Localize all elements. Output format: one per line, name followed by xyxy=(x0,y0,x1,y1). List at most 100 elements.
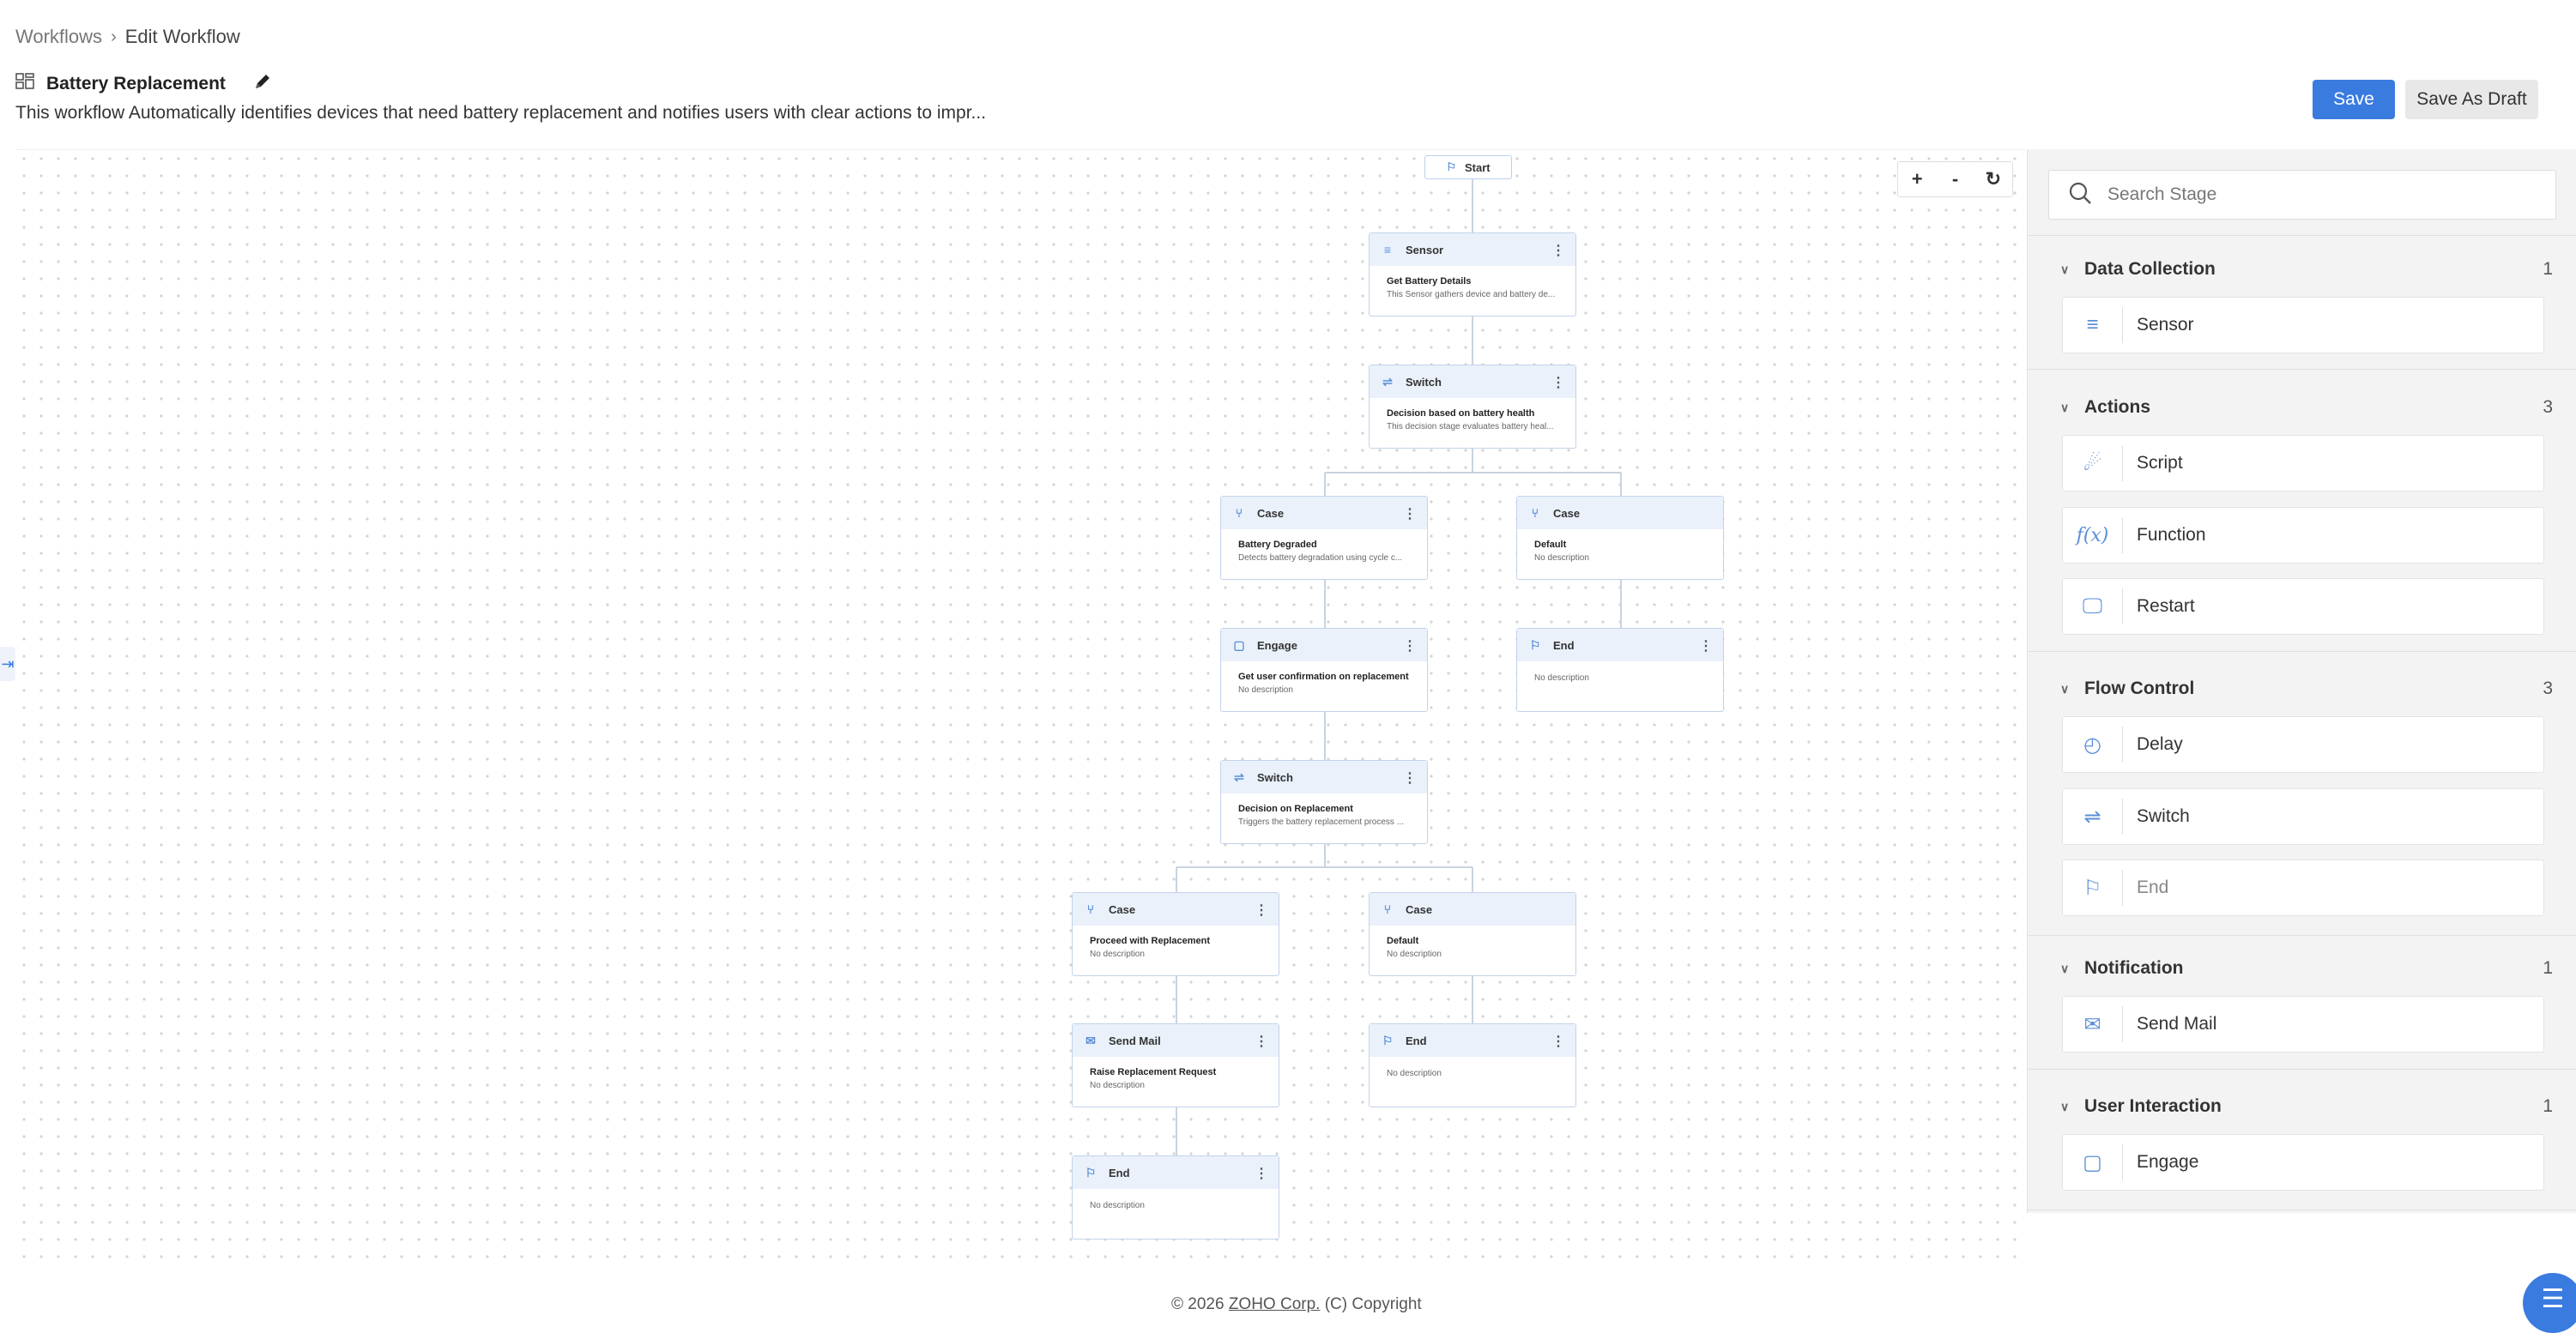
node-title: Proceed with Replacement xyxy=(1090,936,1210,946)
workflow-node-switch[interactable]: ⇌ Switch ⋮ Decision based on battery healt… xyxy=(1369,365,1576,449)
stage-label: Send Mail xyxy=(2137,1014,2217,1034)
stage-item-send-mail[interactable]: ✉ Send Mail xyxy=(2062,996,2544,1053)
kebab-menu-icon[interactable]: ⋮ xyxy=(1551,374,1565,391)
section-flow-control[interactable]: ∨ Flow Control 3 xyxy=(2028,664,2576,714)
section-notification[interactable]: ∨ Notification 1 xyxy=(2028,944,2576,993)
menu-fab-button[interactable]: ☰ xyxy=(2523,1273,2576,1333)
node-title: Default xyxy=(1387,936,1419,946)
node-title: Decision based on battery health xyxy=(1387,408,1535,419)
workflow-node-switch[interactable]: ⇌ Switch ⋮ Decision on Replacement Trigger… xyxy=(1220,760,1428,844)
chevron-down-icon: ∨ xyxy=(2060,961,2070,975)
flag-icon: ⚐ xyxy=(2063,870,2123,906)
function-icon: f(x) xyxy=(2063,517,2123,553)
stage-label: Engage xyxy=(2137,1152,2199,1172)
flag-icon: ⚐ xyxy=(1446,160,1457,173)
workflow-node-end[interactable]: ⚐ End ⋮ No description xyxy=(1516,628,1724,712)
footer-company-link[interactable]: ZOHO Corp. xyxy=(1229,1295,1321,1313)
workflow-node-engage[interactable]: ▢ Engage ⋮ Get user confirmation on replac… xyxy=(1220,628,1428,712)
case-icon: ⑂ xyxy=(1531,506,1539,520)
refresh-icon[interactable]: ↻ xyxy=(1976,168,2011,190)
case-icon: ⑂ xyxy=(1235,506,1243,520)
zoom-out-button[interactable]: - xyxy=(1938,168,1972,190)
search-icon xyxy=(2068,181,2092,209)
kebab-menu-icon[interactable]: ⋮ xyxy=(1403,637,1417,654)
divider xyxy=(2028,369,2576,370)
zoom-in-button[interactable]: + xyxy=(1900,168,1934,190)
kebab-menu-icon[interactable]: ⋮ xyxy=(1255,1033,1268,1050)
workflow-node-sensor[interactable]: ≡ Sensor ⋮ Get Battery Details This Sensor… xyxy=(1369,232,1576,317)
node-description: Detects battery degradation using cycle … xyxy=(1238,553,1403,563)
node-title: Get user confirmation on replacement xyxy=(1238,672,1409,682)
mail-icon: ✉ xyxy=(2063,1006,2123,1042)
chat-icon: ▢ xyxy=(2063,1144,2123,1180)
stage-item-script[interactable]: ☄ Script xyxy=(2062,435,2544,492)
section-count: 1 xyxy=(2543,1096,2553,1116)
node-type: Case xyxy=(1257,506,1285,520)
chevron-right-icon: › xyxy=(111,27,117,46)
workflow-node-case[interactable]: ⑂ Case ⋮ Battery Degraded Detects battery … xyxy=(1220,496,1428,580)
kebab-menu-icon[interactable]: ⋮ xyxy=(1255,902,1268,919)
breadcrumb-current: Edit Workflow xyxy=(124,26,240,47)
workflow-node-end[interactable]: ⚐ End ⋮ No description xyxy=(1072,1155,1279,1240)
stage-item-switch[interactable]: ⇌ Switch xyxy=(2062,788,2544,845)
stage-item-delay[interactable]: ◴ Delay xyxy=(2062,716,2544,773)
node-type: Sensor xyxy=(1406,243,1444,256)
kebab-menu-icon[interactable]: ⋮ xyxy=(1699,637,1713,654)
workflow-node-end[interactable]: ⚐ End ⋮ No description xyxy=(1369,1023,1576,1107)
flag-icon: ⚐ xyxy=(1529,637,1541,652)
stage-label: Switch xyxy=(2137,806,2190,826)
stage-label: Delay xyxy=(2137,734,2183,754)
stage-label: Function xyxy=(2137,525,2206,545)
stage-item-function[interactable]: f(x) Function xyxy=(2062,507,2544,564)
workflow-title: Battery Replacement xyxy=(46,73,226,93)
breadcrumb-workflows-link[interactable]: Workflows xyxy=(15,26,102,48)
node-type: Case xyxy=(1109,902,1136,916)
node-description: No description xyxy=(1238,685,1293,695)
stage-item-engage[interactable]: ▢ Engage xyxy=(2062,1134,2544,1191)
stage-item-restart[interactable]: 🖵 Restart xyxy=(2062,578,2544,635)
save-button[interactable]: Save xyxy=(2313,80,2395,119)
divider xyxy=(2028,1209,2576,1210)
node-description: No description xyxy=(1090,950,1145,959)
kebab-menu-icon[interactable]: ⋮ xyxy=(1551,1033,1565,1050)
section-user-interaction[interactable]: ∨ User Interaction 1 xyxy=(2028,1082,2576,1131)
node-description: No description xyxy=(1534,553,1589,563)
workflow-node-case[interactable]: ⑂ Case Default No description xyxy=(1516,496,1724,580)
node-description: No description xyxy=(1387,950,1442,959)
switch-icon: ⇌ xyxy=(1234,769,1244,784)
kebab-menu-icon[interactable]: ⋮ xyxy=(1403,505,1417,522)
stage-item-sensor[interactable]: ≡ Sensor xyxy=(2062,297,2544,353)
workflow-node-send-mail[interactable]: ✉ Send Mail ⋮ Raise Replacement Request No… xyxy=(1072,1023,1279,1107)
start-node[interactable]: ⚐ Start xyxy=(1424,155,1512,179)
kebab-menu-icon[interactable]: ⋮ xyxy=(1403,769,1417,787)
breadcrumb: Workflows › Edit Workflow xyxy=(15,26,240,48)
stage-item-end[interactable]: ⚐ End xyxy=(2062,860,2544,916)
footer-year: © 2026 xyxy=(1171,1295,1225,1313)
workflow-node-case[interactable]: ⑂ Case Default No description xyxy=(1369,892,1576,976)
chat-icon: ▢ xyxy=(1233,637,1245,652)
save-as-draft-button[interactable]: Save As Draft xyxy=(2405,80,2538,119)
chevron-down-icon: ∨ xyxy=(2060,681,2070,696)
edit-pencil-icon[interactable] xyxy=(253,72,272,95)
kebab-menu-icon[interactable]: ⋮ xyxy=(1551,242,1565,259)
search-stage-input[interactable]: Search Stage xyxy=(2048,170,2556,220)
rocket-icon: ☄ xyxy=(2063,445,2123,481)
node-type: Switch xyxy=(1257,770,1293,784)
section-title: User Interaction xyxy=(2084,1096,2222,1116)
case-icon: ⑂ xyxy=(1383,902,1392,916)
section-data-collection[interactable]: ∨ Data Collection 1 xyxy=(2028,244,2576,294)
node-type: Switch xyxy=(1406,375,1442,389)
node-type: End xyxy=(1109,1166,1130,1179)
expand-left-panel-icon[interactable]: ⇥ xyxy=(0,647,15,681)
section-actions[interactable]: ∨ Actions 3 xyxy=(2028,383,2576,432)
section-title: Data Collection xyxy=(2084,259,2216,279)
kebab-menu-icon[interactable]: ⋮ xyxy=(1255,1165,1268,1182)
divider xyxy=(2028,1069,2576,1070)
workflow-node-case[interactable]: ⑂ Case ⋮ Proceed with Replacement No descr… xyxy=(1072,892,1279,976)
mail-icon: ✉ xyxy=(1085,1033,1096,1047)
clock-icon: ◴ xyxy=(2063,727,2123,763)
workflow-grid-icon xyxy=(15,73,34,94)
node-title: Decision on Replacement xyxy=(1238,804,1353,814)
monitor-restart-icon: 🖵 xyxy=(2063,588,2123,624)
stage-label: Sensor xyxy=(2137,315,2194,335)
